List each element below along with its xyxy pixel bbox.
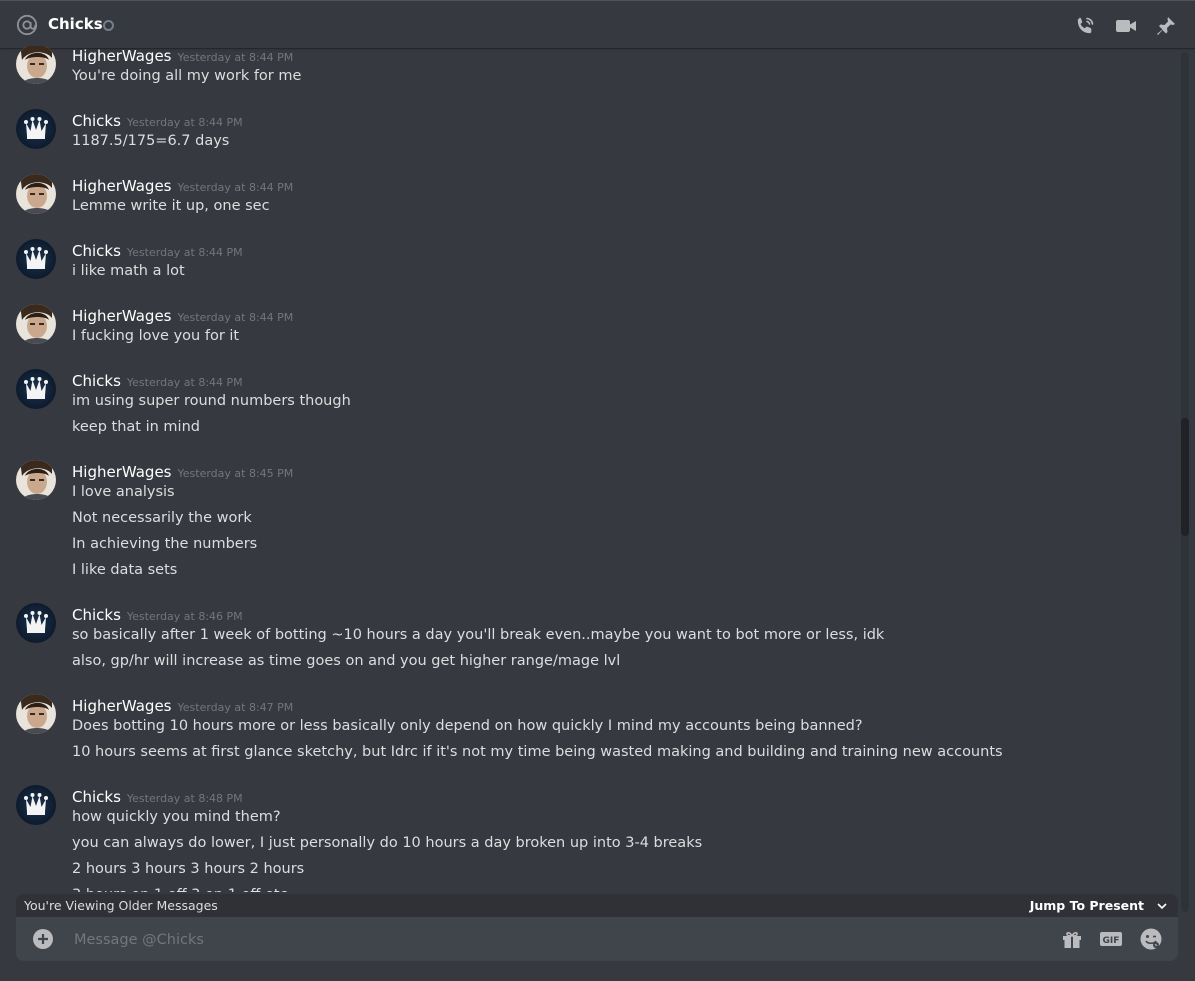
message-text: so basically after 1 week of botting ~10… [72,627,885,643]
username[interactable]: Chicks [72,372,121,390]
message-timestamp: Yesterday at 8:44 PM [177,311,294,324]
chicks-avatar[interactable] [16,369,56,409]
gift-icon[interactable] [1060,927,1084,951]
upload-plus-icon[interactable] [32,928,54,950]
gif-icon[interactable]: GIF [1099,927,1123,951]
at-sign-icon [16,14,38,36]
message-text: You're doing all my work for me [72,68,302,84]
message-header: HigherWages Yesterday at 8:47 PM [72,696,293,715]
message-text: im using super round numbers though [72,393,351,409]
message-timestamp: Yesterday at 8:44 PM [126,376,243,389]
message-header: Chicks Yesterday at 8:44 PM [72,371,243,390]
message-text: 10 hours seems at first glance sketchy, … [72,744,1003,760]
username[interactable]: HigherWages [72,177,172,195]
message-timestamp: Yesterday at 8:46 PM [126,610,243,623]
message-text: I fucking love you for it [72,328,240,344]
message-group: Chicks Yesterday at 8:44 PM i like math a … [0,239,1170,289]
message-text: Not necessarily the work [72,510,252,526]
message-timestamp: Yesterday at 8:44 PM [126,246,243,259]
message-group: HigherWages Yesterday at 8:44 PM Lemme wri… [0,174,1170,224]
message-header: HigherWages Yesterday at 8:45 PM [72,462,293,481]
message-timestamp: Yesterday at 8:44 PM [177,181,294,194]
message-group: Chicks Yesterday at 8:44 PM im using super… [0,369,1170,445]
message-timestamp: Yesterday at 8:47 PM [177,701,294,714]
username[interactable]: HigherWages [72,307,172,325]
message-header: Chicks Yesterday at 8:46 PM [72,605,243,624]
message-text: 2 hours 3 hours 3 hours 2 hours [72,861,305,877]
message-timestamp: Yesterday at 8:48 PM [126,792,243,805]
message-group: HigherWages Yesterday at 8:47 PM Does bott… [0,694,1170,770]
message-text: I love analysis [72,484,175,500]
username[interactable]: HigherWages [72,47,172,65]
username[interactable]: HigherWages [72,463,172,481]
message-group: Chicks Yesterday at 8:48 PM how quickly yo… [0,785,1170,892]
username[interactable]: Chicks [72,606,121,624]
message-group: HigherWages Yesterday at 8:45 PM I love an… [0,460,1170,588]
video-call-icon[interactable] [1114,14,1138,38]
message-header: Chicks Yesterday at 8:44 PM [72,241,243,260]
older-messages-label: You're Viewing Older Messages [24,898,218,913]
message-list[interactable]: HigherWages Yesterday at 8:44 PM You're do… [0,46,1178,892]
username[interactable]: HigherWages [72,697,172,715]
higherwages-avatar[interactable] [16,174,56,214]
message-header: HigherWages Yesterday at 8:44 PM [72,176,293,195]
chicks-avatar[interactable] [16,785,56,825]
chicks-avatar[interactable] [16,239,56,279]
message-header: Chicks Yesterday at 8:44 PM [72,111,243,130]
chicks-avatar[interactable] [16,603,56,643]
older-messages-bar: You're Viewing Older Messages Jump To Pr… [16,894,1178,918]
message-timestamp: Yesterday at 8:44 PM [177,51,294,64]
channel-header: Chicks [0,0,1195,48]
message-timestamp: Yesterday at 8:44 PM [126,116,243,129]
username[interactable]: Chicks [72,112,121,130]
higherwages-avatar[interactable] [16,694,56,734]
message-header: HigherWages Yesterday at 8:44 PM [72,46,293,65]
message-text: keep that in mind [72,419,200,435]
chicks-avatar[interactable] [16,109,56,149]
message-group: Chicks Yesterday at 8:46 PM so basically a… [0,603,1170,679]
scrollbar-thumb[interactable] [1181,418,1189,536]
message-text: In achieving the numbers [72,536,258,552]
username[interactable]: Chicks [72,788,121,806]
message-text: Lemme write it up, one sec [72,198,270,214]
username[interactable]: Chicks [72,242,121,260]
message-group: HigherWages Yesterday at 8:44 PM You're do… [0,46,1170,94]
status-dot-icon [103,20,114,31]
voice-call-icon[interactable] [1073,14,1097,38]
svg-text:GIF: GIF [1103,936,1120,946]
higherwages-avatar[interactable] [16,304,56,344]
message-text: i like math a lot [72,263,185,279]
higherwages-avatar[interactable] [16,46,56,84]
higherwages-avatar[interactable] [16,460,56,500]
emoji-icon[interactable] [1139,927,1163,951]
message-group: Chicks Yesterday at 8:44 PM 1187.5/175=6.7… [0,109,1170,159]
message-header: HigherWages Yesterday at 8:44 PM [72,306,293,325]
message-composer: GIF [16,917,1178,963]
message-text: you can always do lower, I just personal… [72,835,703,851]
message-text: 3 hours on 1 off 3 on 1 off etc [72,887,288,892]
channel-name: Chicks [48,15,103,33]
message-text: I like data sets [72,562,178,578]
jump-to-present-button[interactable]: Jump To Present [1030,898,1144,913]
message-text: how quickly you mind them? [72,809,281,825]
message-text: Does botting 10 hours more or less basic… [72,718,863,734]
message-input[interactable] [72,917,1036,963]
message-group: HigherWages Yesterday at 8:44 PM I fucking… [0,304,1170,354]
message-timestamp: Yesterday at 8:45 PM [177,467,294,480]
pin-icon[interactable] [1154,14,1178,38]
message-header: Chicks Yesterday at 8:48 PM [72,787,243,806]
message-text: 1187.5/175=6.7 days [72,133,230,149]
chevron-down-icon[interactable] [1156,900,1168,912]
message-text: also, gp/hr will increase as time goes o… [72,653,621,669]
